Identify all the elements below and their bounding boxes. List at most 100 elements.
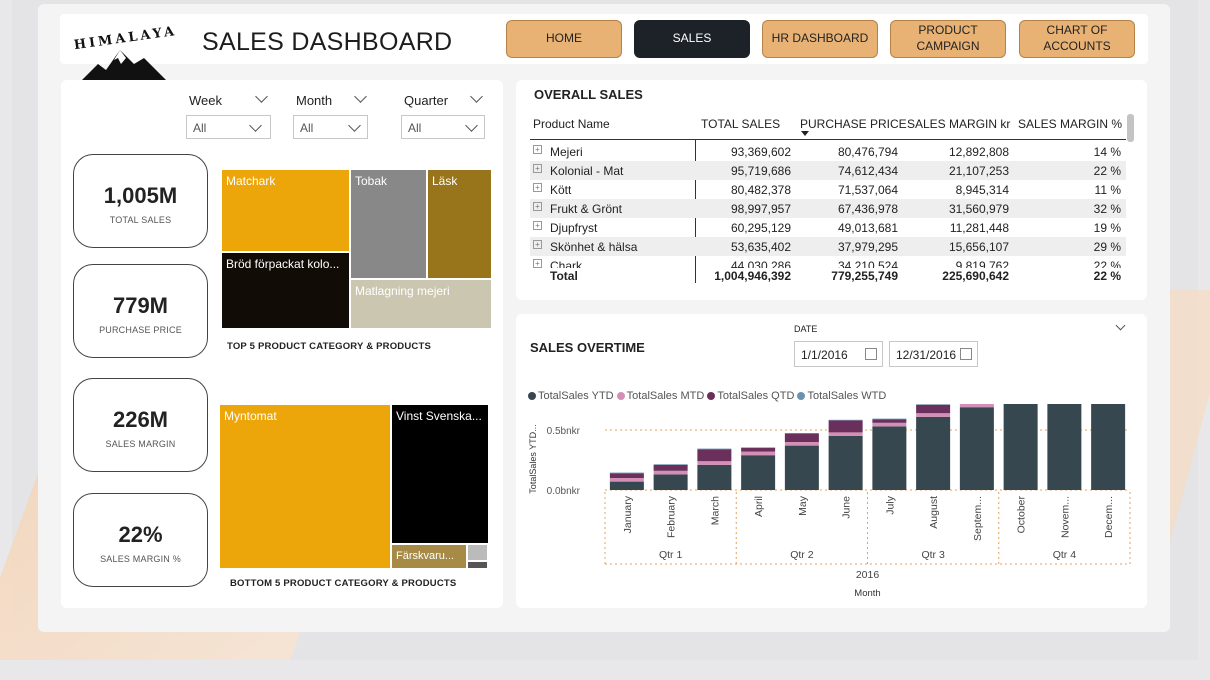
table-row[interactable]: + Mejeri 93,369,602 80,476,794 12,892,808 14 … (530, 142, 1126, 161)
legend-label: TotalSales WTD (807, 390, 887, 402)
y-tick-label: 0.5bnkr (547, 426, 581, 437)
kpi-sales-margin-pct: 22% SALES MARGIN % (73, 493, 208, 587)
date-to-input[interactable]: 12/31/2016 (889, 341, 978, 367)
bar-segment (697, 449, 732, 462)
treemap-tile[interactable]: Myntomat (220, 405, 390, 568)
bar-segment (784, 445, 819, 490)
legend-item[interactable]: TotalSales MTD (616, 390, 705, 402)
bar-segment (741, 448, 776, 452)
kpi-value: 22% (118, 522, 163, 547)
cell-purchase-price: 80,476,794 (837, 145, 898, 159)
bar-segment (697, 464, 732, 490)
calendar-icon[interactable] (865, 348, 877, 360)
cell-sales-margin-pct: 19 % (1093, 221, 1121, 235)
bar-segment (916, 416, 951, 490)
top5-caption: TOP 5 PRODUCT CATEGORY & PRODUCTS (227, 341, 432, 352)
bar-segment (609, 472, 644, 474)
sales-overtime-chart: 0.0bnkr 0.5bnkr TotalSales YTD... January Fe… (528, 404, 1131, 599)
legend-item[interactable]: TotalSales QTD (707, 390, 794, 402)
kpi-purchase-price: 779M PURCHASE PRICE (73, 264, 208, 358)
y-axis-label: TotalSales YTD... (528, 424, 538, 493)
bar-segment (784, 442, 819, 446)
treemap-tile[interactable]: Färskvaru... (392, 545, 466, 568)
cell-sales-margin: 12,892,808 (948, 145, 1009, 159)
bar-segment (828, 432, 863, 436)
bar-segment (1047, 404, 1082, 490)
bar-segment (1003, 404, 1038, 490)
cell-product: Skönhet & hälsa (550, 240, 638, 254)
treemap-tile[interactable] (468, 545, 487, 560)
legend-item[interactable]: TotalSales YTD (528, 390, 614, 402)
x-tick-label: July (884, 495, 896, 514)
bar-segment (609, 473, 644, 478)
legend-dot (616, 392, 625, 400)
bar-segment (653, 474, 688, 490)
bar-segment (741, 451, 776, 456)
kpi-value: 226M (112, 407, 169, 432)
x-tick-label: October (1016, 496, 1028, 534)
treemap-tile[interactable]: Matlagning mejeri (351, 280, 491, 328)
table-row[interactable]: + Djupfryst 60,295,129 49,013,681 11,281,448… (530, 218, 1126, 237)
date-from-value: 1/1/2016 (801, 348, 848, 362)
bar-segment (697, 448, 732, 450)
quarter-label: Qtr 3 (921, 549, 944, 561)
cell-total-sales: 60,295,129 (730, 221, 791, 235)
cell-total-sales: 95,719,686 (730, 164, 791, 178)
total-margin-value: 225,690,642 (942, 269, 1009, 283)
table-total-row: Total 1,004,946,392 779,255,749 225,690,… (530, 266, 1126, 285)
x-tick-label: May (797, 495, 809, 516)
bar-segment (916, 413, 951, 417)
total-label: Total (550, 269, 578, 283)
expand-icon[interactable]: + (533, 240, 542, 249)
treemap-tile[interactable] (468, 562, 487, 568)
x-axis-label: Month (854, 588, 880, 599)
cell-purchase-price: 74,612,434 (837, 164, 898, 178)
x-tick-label: April (753, 496, 765, 517)
table-row[interactable]: + Kolonial - Mat 95,719,686 74,612,434 21,10… (530, 161, 1126, 180)
date-label: DATE (794, 324, 818, 334)
quarter-label: Qtr 4 (1053, 549, 1076, 561)
bottom5-caption: BOTTOM 5 PRODUCT CATEGORY & PRODUCTS (230, 578, 457, 589)
bar-segment (828, 419, 863, 421)
expand-icon[interactable]: + (533, 164, 542, 173)
kpi-label: SALES MARGIN (105, 439, 176, 449)
kpi-sales-margin: 226M SALES MARGIN (73, 378, 208, 472)
expand-icon[interactable]: + (533, 202, 542, 211)
cell-product: Frukt & Grönt (550, 202, 623, 216)
cell-purchase-price: 37,979,295 (837, 240, 898, 254)
total-purchase-value: 779,255,749 (831, 269, 898, 283)
bar-segment (697, 461, 732, 465)
table-body: + Mejeri 93,369,602 80,476,794 12,892,808 14 … (0, 0, 1210, 268)
cell-sales-margin-pct: 11 % (1094, 183, 1121, 197)
x-tick-label: August (928, 496, 940, 529)
total-sales-value: 1,004,946,392 (714, 269, 791, 283)
bar-segment (653, 464, 688, 471)
y-tick-label: 0.0bnkr (547, 486, 581, 497)
table-row[interactable]: + Kött 80,482,378 71,537,064 8,945,314 11 % (530, 180, 1126, 199)
legend-item[interactable]: TotalSales WTD (797, 390, 886, 402)
treemap-tile[interactable]: Vinst Svenska... (392, 405, 488, 543)
date-from-input[interactable]: 1/1/2016 (794, 341, 883, 367)
total-margin-pct-value: 22 % (1093, 269, 1121, 283)
expand-icon[interactable]: + (533, 221, 542, 230)
expand-icon[interactable]: + (533, 145, 542, 154)
cell-purchase-price: 49,013,681 (837, 221, 898, 235)
table-row[interactable]: + Skönhet & hälsa 53,635,402 37,979,295 15,6… (530, 237, 1126, 256)
legend-dot (528, 392, 536, 400)
calendar-icon[interactable] (960, 348, 972, 360)
table-row[interactable]: + Frukt & Grönt 98,997,957 67,436,978 31,560… (530, 199, 1126, 218)
bar-segment (828, 436, 863, 490)
year-label: 2016 (856, 569, 880, 581)
bar-segment (872, 426, 907, 490)
expand-icon[interactable]: + (533, 183, 542, 192)
cell-sales-margin-pct: 29 % (1093, 240, 1121, 254)
cell-sales-margin: 8,945,314 (955, 183, 1009, 197)
legend-label: TotalSales MTD (626, 390, 705, 402)
bar-segment (959, 404, 994, 408)
cell-total-sales: 53,635,402 (730, 240, 791, 254)
cell-product: Kött (550, 183, 572, 197)
cell-sales-margin: 21,107,253 (948, 164, 1009, 178)
x-tick-label: Novem... (1059, 496, 1071, 538)
cell-purchase-price: 71,537,064 (837, 183, 898, 197)
cell-sales-margin-pct: 14 % (1093, 145, 1121, 159)
